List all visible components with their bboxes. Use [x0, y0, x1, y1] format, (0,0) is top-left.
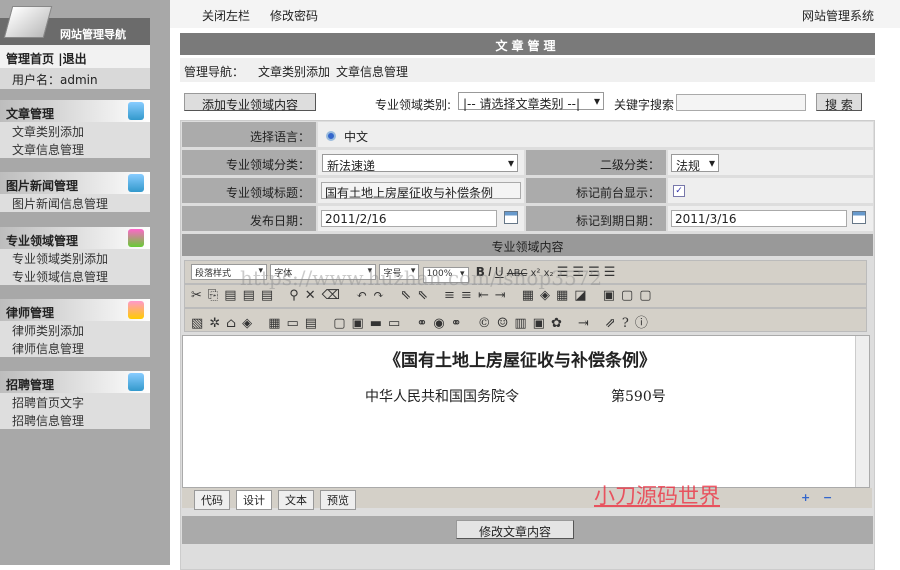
zoom-in-icon[interactable]: +: [795, 490, 816, 505]
tab-design[interactable]: 设计: [236, 490, 272, 510]
nav-link[interactable]: 文章类别添加: [258, 65, 330, 79]
group-title[interactable]: 专业领域管理: [6, 234, 78, 248]
group-article: 文章管理 文章类别添加 文章信息管理: [0, 100, 150, 158]
group-title[interactable]: 招聘管理: [6, 378, 54, 392]
editor-toolbar-3: ▧✲⌂◈ ▦▭▤ ▢▣▬▭ ⚭◉⚭ ©☺▥▣✿ ⇥ ⇗?ⓘ: [184, 308, 867, 332]
sidebar-item[interactable]: 文章类别添加: [0, 122, 150, 140]
show-checkbox[interactable]: ✓: [673, 185, 685, 197]
laptop-icon: [3, 6, 53, 38]
home-link[interactable]: 管理首页: [6, 52, 54, 66]
sidebar-item[interactable]: 律师类别添加: [0, 321, 150, 339]
lang-value: 中文: [344, 130, 369, 144]
expire-label: 标记到期日期：: [526, 206, 666, 231]
group-icon: [128, 373, 144, 391]
add-content-button[interactable]: 添加专业领域内容: [184, 93, 316, 112]
group-title[interactable]: 图片新闻管理: [6, 179, 78, 193]
tab-preview[interactable]: 预览: [320, 490, 356, 510]
zoom-out-icon[interactable]: −: [817, 490, 838, 505]
url-watermark: https://www.huzhan.com/ishop3572: [240, 266, 603, 290]
group-title[interactable]: 律师管理: [6, 306, 54, 320]
lang-label: 选择语言：: [182, 122, 316, 147]
category-field-label: 专业领域分类：: [182, 150, 316, 175]
category-label: 专业领域类别:: [375, 98, 452, 112]
subcategory-label: 二级分类：: [526, 150, 666, 175]
sidebar-item[interactable]: 专业领域类别添加: [0, 249, 150, 267]
calendar-icon[interactable]: [504, 211, 518, 224]
edit-tool-icons[interactable]: ✂⎘▤▤▤ ⚲✕⌫ ↶↷ ⇖⇖ ≡≡⇤⇥ ▦◈▦◪ ▣▢▢: [191, 288, 658, 303]
tab-text[interactable]: 文本: [278, 490, 314, 510]
text-watermark: 小刀源码世界: [594, 484, 720, 508]
date-input[interactable]: 2011/2/16: [321, 210, 497, 227]
doc-number: 第590号: [611, 389, 666, 405]
radio-icon[interactable]: [326, 131, 336, 141]
expire-input[interactable]: 2011/3/16: [671, 210, 847, 227]
tab-code[interactable]: 代码: [194, 490, 230, 510]
top-bar: 关闭左栏 修改密码 网站管理系统: [170, 0, 900, 28]
calendar-icon[interactable]: [852, 211, 866, 224]
editor-scrollbar[interactable]: [855, 336, 869, 487]
keyword-label: 关键字搜索: [614, 98, 675, 112]
nav-label: 管理导航：: [184, 65, 245, 79]
group-icon: [128, 301, 144, 319]
editor-content[interactable]: 《国有土地上房屋征收与补偿条例》 中华人民共和国国务院令 第590号: [182, 335, 870, 488]
nav-link[interactable]: 文章信息管理: [336, 65, 408, 79]
sidebar-item[interactable]: 专业领域信息管理: [0, 267, 150, 285]
group-icon: [128, 102, 144, 120]
change-password-link[interactable]: 修改密码: [270, 7, 318, 24]
submit-button[interactable]: 修改文章内容: [456, 520, 574, 539]
page-title: 文章管理: [180, 33, 875, 55]
close-left-link[interactable]: 关闭左栏: [202, 7, 250, 24]
keyword-input[interactable]: [676, 94, 806, 111]
doc-title: 《国有土地上房屋征收与补偿条例》: [384, 351, 656, 371]
title-input[interactable]: 国有土地上房屋征收与补偿条例: [321, 182, 521, 200]
sidebar-title: 网站管理导航: [60, 28, 126, 41]
sidebar-item[interactable]: 图片新闻信息管理: [0, 194, 150, 212]
sidebar-header: 网站管理导航: [0, 6, 150, 45]
sidebar-item[interactable]: 文章信息管理: [0, 140, 150, 158]
breadcrumb: 管理导航： 文章类别添加 文章信息管理: [180, 58, 875, 82]
group-lawyer: 律师管理 律师类别添加 律师信息管理: [0, 299, 150, 357]
logout-link[interactable]: 退出: [63, 52, 87, 66]
group-field: 专业领域管理 专业领域类别添加 专业领域信息管理: [0, 227, 150, 285]
content-header: 专业领域内容: [182, 234, 873, 256]
editor-mode-tabs: 代码 设计 文本 预览 + −: [182, 488, 872, 510]
group-recruit: 招聘管理 招聘首页文字 招聘信息管理: [0, 371, 150, 429]
insert-tool-icons[interactable]: ▧✲⌂◈ ▦▭▤ ▢▣▬▭ ⚭◉⚭ ©☺▥▣✿ ⇥ ⇗?ⓘ: [191, 316, 654, 331]
category-select[interactable]: |-- 请选择文章类别 --|: [458, 92, 604, 111]
group-icon: [128, 229, 144, 247]
subcategory-select[interactable]: 法规: [671, 154, 719, 173]
date-label: 发布日期：: [182, 206, 316, 231]
sidebar-item[interactable]: 律师信息管理: [0, 339, 150, 357]
system-title: 网站管理系统: [802, 9, 875, 23]
search-button[interactable]: 搜 索: [816, 93, 862, 112]
title-label: 专业领域标题：: [182, 178, 316, 203]
category-field-select[interactable]: 新法速递: [322, 154, 518, 173]
group-photo-news: 图片新闻管理 图片新闻信息管理: [0, 172, 150, 212]
sidebar: 网站管理导航 管理首页 |退出 用户名：admin 文章管理 文章类别添加 文章信息…: [0, 0, 170, 565]
group-title[interactable]: 文章管理: [6, 107, 54, 121]
doc-subtitle: 中华人民共和国国务院令: [365, 389, 519, 405]
group-icon: [128, 174, 144, 192]
sidebar-item[interactable]: 招聘首页文字: [0, 393, 150, 411]
show-label: 标记前台显示：: [526, 178, 666, 203]
username: 用户名：admin: [0, 68, 150, 89]
sidebar-item[interactable]: 招聘信息管理: [0, 411, 150, 429]
